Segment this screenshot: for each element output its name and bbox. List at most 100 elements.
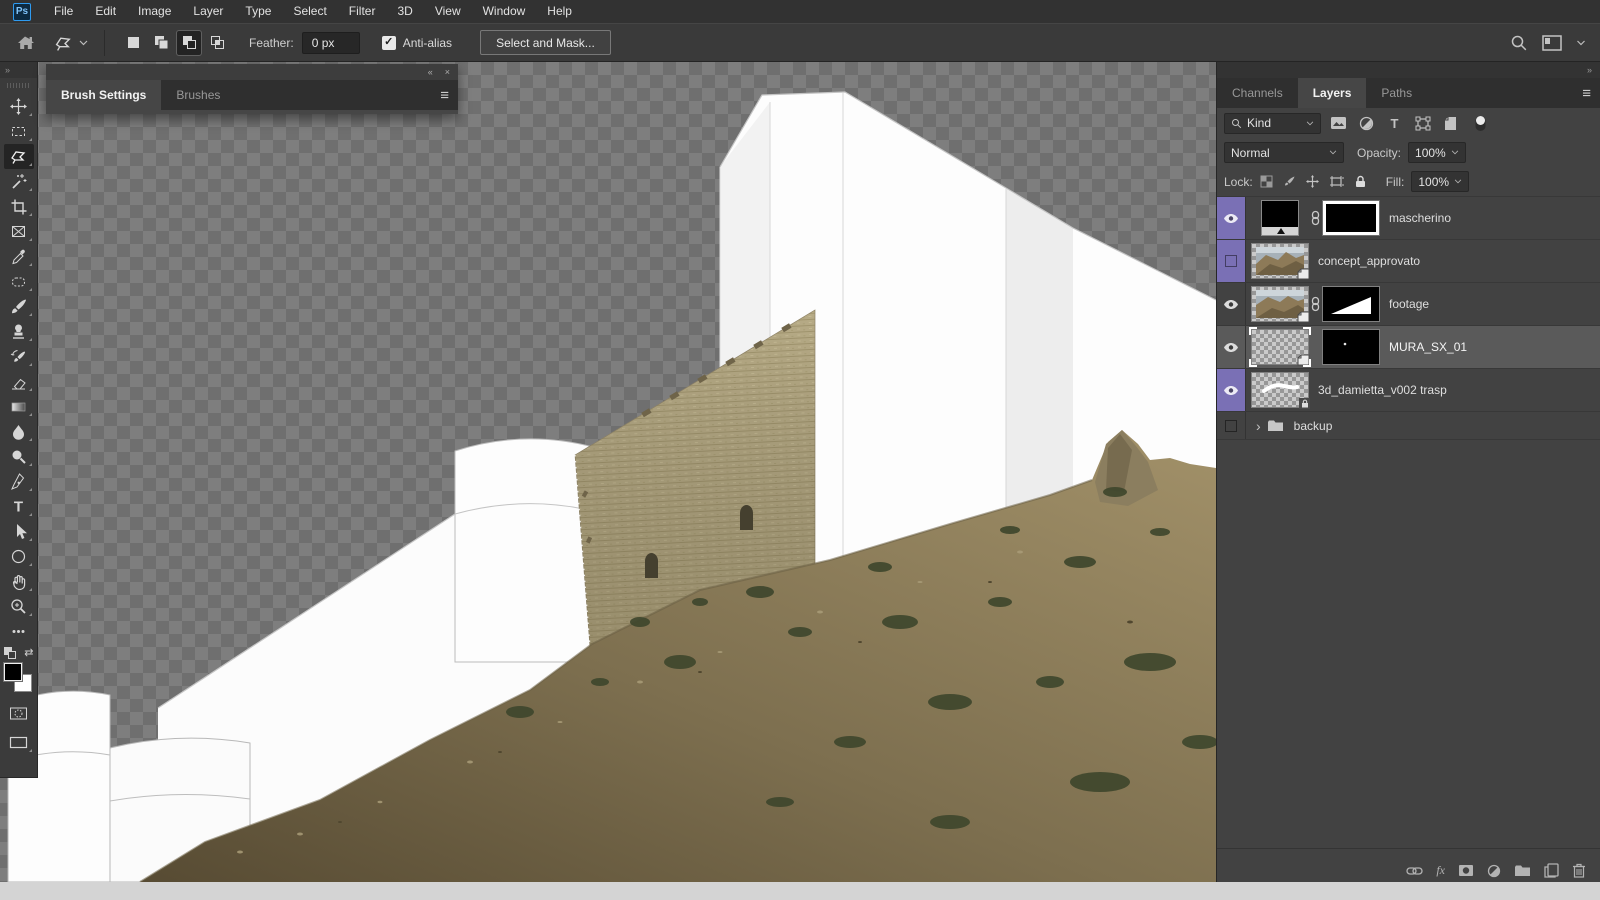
layer-thumbnail[interactable]: [1252, 201, 1308, 235]
gradient-tool[interactable]: [4, 394, 34, 419]
crop-tool[interactable]: [4, 194, 34, 219]
history-brush-tool[interactable]: [4, 344, 34, 369]
layer-name[interactable]: MURA_SX_01: [1389, 340, 1467, 354]
layer-mask-thumbnail[interactable]: [1323, 330, 1379, 364]
active-tool-icon[interactable]: [54, 34, 88, 52]
toolbar-expand[interactable]: »: [0, 62, 37, 78]
filter-adjustment-layers-icon[interactable]: [1356, 116, 1377, 131]
menu-item-image[interactable]: Image: [127, 0, 182, 23]
hand-tool[interactable]: [4, 569, 34, 594]
magic-wand-tool[interactable]: [4, 169, 34, 194]
select-and-mask-button[interactable]: Select and Mask...: [480, 30, 611, 55]
layer-mask-thumbnail[interactable]: [1323, 201, 1379, 235]
filter-type-layers-icon[interactable]: T: [1384, 116, 1405, 131]
filter-shape-layers-icon[interactable]: [1412, 116, 1433, 131]
blur-tool[interactable]: [4, 419, 34, 444]
layer-row-3d-damietta[interactable]: 3d_damietta_v002 trasp: [1217, 369, 1600, 412]
menu-item-select[interactable]: Select: [282, 0, 337, 23]
tab-layers[interactable]: Layers: [1298, 78, 1367, 108]
layer-name[interactable]: concept_approvato: [1318, 254, 1420, 268]
panel-menu-icon[interactable]: ≡: [1582, 78, 1600, 108]
collapse-panel-icon[interactable]: «: [428, 64, 433, 80]
filter-smart-objects-icon[interactable]: [1440, 116, 1461, 131]
layer-row-concept-approvato[interactable]: concept_approvato: [1217, 240, 1600, 283]
lock-image-pixels-icon[interactable]: [1283, 175, 1296, 188]
default-colors-icon[interactable]: [4, 647, 16, 659]
toolbar-grip[interactable]: [7, 83, 31, 88]
tab-brush-settings[interactable]: Brush Settings: [46, 80, 161, 110]
link-layers-icon[interactable]: [1406, 865, 1423, 877]
lock-position-icon[interactable]: [1306, 175, 1319, 188]
mask-link-icon[interactable]: [1308, 296, 1323, 312]
quick-mask-mode-icon[interactable]: [4, 701, 34, 726]
healing-patch-tool[interactable]: [4, 269, 34, 294]
lock-transparent-pixels-icon[interactable]: [1260, 175, 1273, 188]
menu-item-layer[interactable]: Layer: [182, 0, 234, 23]
add-to-selection-icon[interactable]: [149, 31, 173, 55]
blend-mode-dropdown[interactable]: Normal: [1224, 142, 1344, 163]
lock-artboard-icon[interactable]: [1329, 175, 1344, 188]
opacity-dropdown[interactable]: 100%: [1408, 142, 1466, 163]
new-group-icon[interactable]: [1514, 864, 1531, 877]
foreground-color-swatch[interactable]: [4, 663, 22, 681]
layer-thumbnail[interactable]: [1252, 373, 1308, 407]
chevron-down-icon[interactable]: [1576, 40, 1586, 46]
layer-name[interactable]: 3d_damietta_v002 trasp: [1318, 383, 1447, 397]
eraser-tool[interactable]: [4, 369, 34, 394]
move-tool[interactable]: [4, 94, 34, 119]
layer-effects-icon[interactable]: fx: [1436, 863, 1445, 878]
path-selection-tool[interactable]: [4, 519, 34, 544]
menu-item-filter[interactable]: Filter: [338, 0, 387, 23]
zoom-tool[interactable]: [4, 594, 34, 619]
rectangular-marquee-tool[interactable]: [4, 119, 34, 144]
menu-item-3d[interactable]: 3D: [386, 0, 423, 23]
feather-input[interactable]: [302, 32, 360, 54]
visibility-toggle[interactable]: [1217, 197, 1246, 239]
new-selection-icon[interactable]: [121, 31, 145, 55]
edit-toolbar-icon[interactable]: [4, 619, 34, 644]
lock-all-icon[interactable]: [1354, 175, 1367, 188]
frame-tool[interactable]: [4, 219, 34, 244]
home-icon[interactable]: [16, 34, 34, 52]
tab-brushes[interactable]: Brushes: [161, 80, 235, 110]
layer-row-backup-group[interactable]: › backup: [1217, 412, 1600, 440]
anti-alias-checkbox[interactable]: ✓: [382, 36, 396, 50]
layer-thumbnail[interactable]: [1252, 330, 1308, 364]
add-layer-mask-icon[interactable]: [1458, 864, 1474, 877]
search-icon[interactable]: [1510, 34, 1528, 52]
screen-mode-icon[interactable]: [4, 730, 34, 755]
menu-item-window[interactable]: Window: [472, 0, 537, 23]
visibility-toggle[interactable]: [1217, 283, 1246, 325]
layer-row-footage[interactable]: footage: [1217, 283, 1600, 326]
filtering-toggle[interactable]: [1474, 114, 1487, 133]
pen-tool[interactable]: [4, 469, 34, 494]
menu-item-type[interactable]: Type: [234, 0, 282, 23]
layer-row-mascherino[interactable]: mascherino: [1217, 197, 1600, 240]
new-layer-icon[interactable]: [1544, 863, 1559, 878]
dodge-tool[interactable]: [4, 444, 34, 469]
dock-collapse-strip[interactable]: »: [1217, 62, 1600, 78]
swap-colors-icon[interactable]: ⇄: [24, 646, 33, 659]
layer-thumbnail[interactable]: [1252, 287, 1308, 321]
layer-mask-thumbnail[interactable]: [1323, 287, 1379, 321]
panel-menu-icon[interactable]: ≡: [440, 80, 458, 110]
close-panel-icon[interactable]: ×: [445, 64, 450, 80]
visibility-toggle[interactable]: [1217, 412, 1246, 439]
clone-stamp-tool[interactable]: [4, 319, 34, 344]
subtract-from-selection-icon[interactable]: [177, 31, 201, 55]
layer-name[interactable]: mascherino: [1389, 211, 1451, 225]
tab-channels[interactable]: Channels: [1217, 78, 1298, 108]
layer-thumbnail[interactable]: [1252, 244, 1308, 278]
fill-dropdown[interactable]: 100%: [1411, 171, 1469, 192]
menu-item-help[interactable]: Help: [536, 0, 583, 23]
tab-paths[interactable]: Paths: [1366, 78, 1427, 108]
visibility-toggle[interactable]: [1217, 326, 1246, 368]
layer-row-mura-sx-01[interactable]: MURA_SX_01: [1217, 326, 1600, 369]
layer-name[interactable]: footage: [1389, 297, 1429, 311]
eyedropper-tool[interactable]: [4, 244, 34, 269]
new-adjustment-layer-icon[interactable]: [1487, 864, 1501, 878]
mask-link-icon[interactable]: [1308, 210, 1323, 226]
visibility-toggle[interactable]: [1217, 369, 1246, 411]
delete-layer-icon[interactable]: [1572, 863, 1586, 878]
layer-name[interactable]: backup: [1294, 419, 1333, 433]
